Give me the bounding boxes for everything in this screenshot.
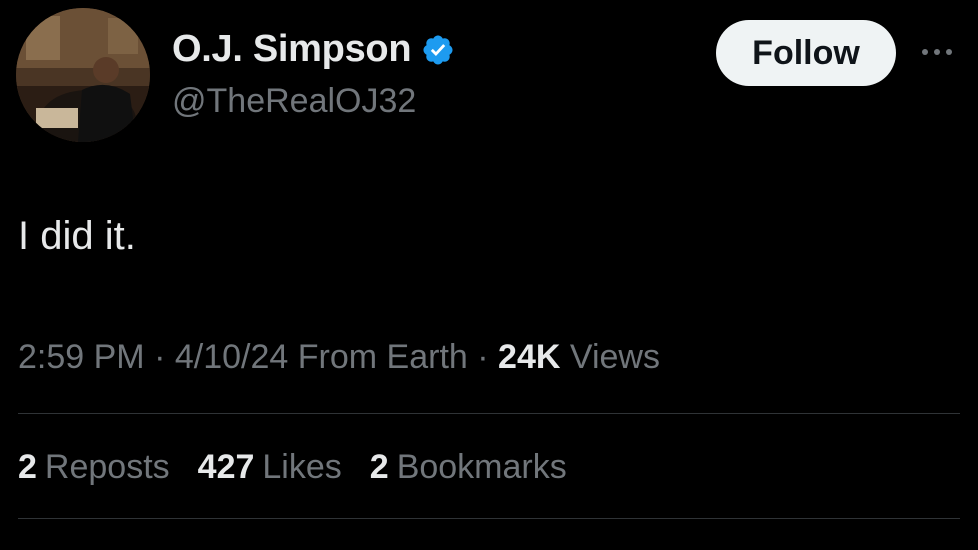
engagement-stats: 2 Reposts 427 Likes 2 Bookmarks <box>18 448 567 487</box>
avatar-photo <box>16 8 150 142</box>
bookmarks-stat[interactable]: 2 Bookmarks <box>370 448 567 487</box>
tweet-text: I did it. <box>18 214 136 258</box>
follow-button[interactable]: Follow <box>716 20 896 86</box>
bookmarks-count: 2 <box>369 448 389 486</box>
more-horizontal-icon[interactable] <box>922 44 962 60</box>
display-name[interactable]: O.J. Simpson <box>172 28 412 71</box>
name-row: O.J. Simpson <box>172 28 455 71</box>
bookmarks-label: Bookmarks <box>396 448 567 486</box>
meta-separator: · <box>154 338 166 376</box>
divider <box>18 518 960 519</box>
tweet-date[interactable]: 4/10/24 <box>175 338 288 376</box>
likes-count: 427 <box>197 448 255 486</box>
views-label: Views <box>569 338 660 376</box>
avatar[interactable] <box>16 8 150 142</box>
verified-badge-icon <box>421 33 455 67</box>
reposts-stat[interactable]: 2 Reposts <box>18 448 170 487</box>
tweet-meta: 2:59 PM · 4/10/24 From Earth · 24K Views <box>18 338 660 377</box>
tweet-source: From Earth <box>297 338 468 376</box>
likes-label: Likes <box>262 448 342 486</box>
user-handle[interactable]: @TheRealOJ32 <box>172 82 416 121</box>
reposts-label: Reposts <box>44 448 170 486</box>
meta-separator: · <box>477 338 489 376</box>
tweet-time[interactable]: 2:59 PM <box>18 338 145 376</box>
divider <box>18 413 960 414</box>
views-count: 24K <box>498 338 561 376</box>
likes-stat[interactable]: 427 Likes <box>198 448 342 487</box>
tweet-card: O.J. Simpson @TheRealOJ32 Follow I did i… <box>0 0 978 550</box>
reposts-count: 2 <box>18 448 37 486</box>
